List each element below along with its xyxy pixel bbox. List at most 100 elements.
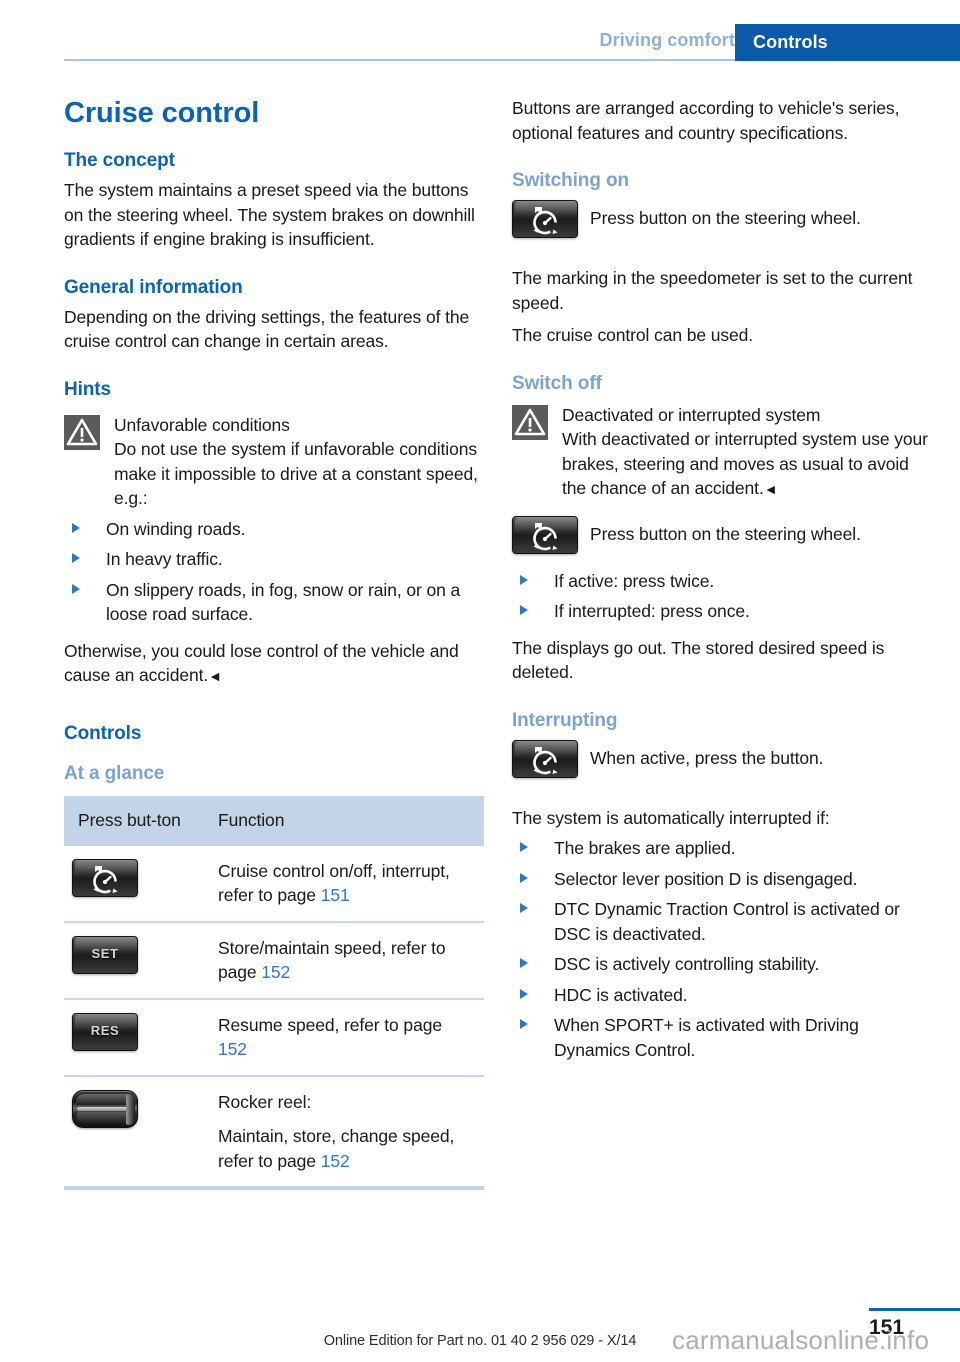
- warning-triangle-icon: [64, 414, 100, 450]
- warning-body-text: With deactivated or interrupted system u…: [562, 429, 928, 498]
- rocker-reel-icon[interactable]: [72, 1089, 138, 1128]
- table-cell-function: Cruise control on/off, interrupt, refer …: [204, 846, 484, 922]
- warning-endmark: ◄: [208, 668, 222, 684]
- cruise-control-button-icon[interactable]: [72, 858, 138, 897]
- table-head: Press but-ton Function: [64, 795, 484, 846]
- tab-controls[interactable]: Controls: [735, 24, 960, 61]
- function-text: Resume speed, refer to page: [218, 1014, 442, 1035]
- list-item-label: DTC Dynamic Traction Control is activate…: [554, 899, 900, 944]
- page-reference-link[interactable]: 152: [218, 1039, 247, 1059]
- heading-general-information: General information: [64, 276, 243, 298]
- controls-table: Press but-ton Function Cruise control on…: [64, 795, 484, 1192]
- page-reference-link[interactable]: 152: [321, 1151, 350, 1171]
- button-row-switch-off: Press button on the steering wheel.: [512, 515, 932, 556]
- warning-block-unfavorable-conditions: Unfavorable conditions Do not use the sy…: [64, 413, 484, 511]
- list-item: If interrupted: press once.: [512, 599, 932, 624]
- list-item-label: When SPORT+ is activated with Driving Dy…: [554, 1015, 859, 1060]
- list-item-label: The brakes are applied.: [554, 838, 736, 858]
- cruise-gauge-icon: [529, 745, 563, 777]
- cruise-control-button-icon-wrap: [512, 200, 578, 238]
- list-item: HDC is activated.: [512, 983, 932, 1008]
- list-item: The brakes are applied.: [512, 836, 932, 861]
- list-item: If active: press twice.: [512, 569, 932, 594]
- warning-body-indent: With deactivated or interrupted system u…: [512, 427, 932, 501]
- switch-off-bullet-list: If active: press twice. If interrupted: …: [512, 569, 932, 624]
- paragraph-switching-on-2: The cruise control can be used.: [512, 325, 754, 345]
- table-row: Cruise control on/off, interrupt, refer …: [64, 846, 484, 922]
- list-item: On slippery roads, in fog, snow or rain,…: [64, 578, 484, 627]
- cruise-control-button-icon-wrap: [512, 739, 578, 778]
- table-cell-function: Rocker reel: Maintain, store, change spe…: [204, 1074, 484, 1188]
- page-header: Driving comfort Controls: [0, 0, 960, 62]
- cruise-control-button-icon[interactable]: [512, 739, 578, 778]
- res-button-icon[interactable]: RES: [72, 1012, 138, 1051]
- list-item-label: HDC is activated.: [554, 984, 688, 1005]
- interrupting-bullet-list: The brakes are applied. Selector lever p…: [512, 836, 932, 1062]
- table-body: Cruise control on/off, interrupt, refer …: [64, 846, 484, 1192]
- manual-page: Driving comfort Controls Cruise control …: [0, 0, 960, 1362]
- footer-rule: [869, 1308, 960, 1311]
- breadcrumb-driving-comfort[interactable]: Driving comfort: [599, 30, 735, 51]
- button-row-interrupting: When active, press the button.: [512, 739, 932, 780]
- page-reference-link[interactable]: 152: [261, 962, 290, 982]
- paragraph-concept: The system maintains a preset speed via …: [64, 180, 475, 249]
- list-item-label: On winding roads.: [106, 518, 246, 539]
- heading-controls: Controls: [64, 722, 142, 744]
- warning-block-deactivated-system: Deactivated or interrupted system With d…: [512, 403, 932, 501]
- heading-switch-off: Switch off: [512, 372, 602, 394]
- heading-the-concept: The concept: [64, 150, 175, 171]
- cruise-gauge-icon: [89, 864, 123, 896]
- bullet-triangle-icon: [520, 988, 528, 999]
- list-item: DTC Dynamic Traction Control is activate…: [512, 897, 932, 946]
- res-button-label: RES: [90, 1023, 120, 1039]
- paragraph-switch-off: The displays go out. The stored desired …: [512, 637, 885, 683]
- list-item-label: If interrupted: press once.: [554, 601, 750, 621]
- right-column: Buttons are arranged according to vehicl…: [512, 96, 932, 1068]
- cruise-control-button-icon[interactable]: [512, 200, 578, 238]
- table-header-function: Function: [204, 795, 484, 846]
- list-item: In heavy traffic.: [64, 547, 484, 572]
- bullet-triangle-icon: [72, 522, 80, 533]
- heading-at-a-glance: At a glance: [64, 762, 165, 784]
- bullet-triangle-icon: [520, 903, 528, 913]
- table-cell-icon: SET: [64, 920, 204, 999]
- warning-triangle-icon: [512, 404, 548, 440]
- list-item: Selector lever position D is disengaged.: [512, 867, 932, 892]
- watermark: carmanualsonline.info: [672, 1325, 930, 1355]
- list-item-label: If active: press twice.: [554, 570, 715, 591]
- list-item: When SPORT+ is activated with Driving Dy…: [512, 1013, 932, 1062]
- table-row: RES Resume speed, refer to page 152: [64, 997, 484, 1076]
- paragraph-general: Depending on the driving settings, the f…: [64, 306, 470, 352]
- left-column: Cruise control The concept The system ma…: [64, 96, 484, 1192]
- table-cell-function: Resume speed, refer to page 152: [204, 997, 484, 1076]
- table-bottom-border: [64, 1186, 484, 1192]
- list-item: On winding roads.: [64, 517, 484, 542]
- warning-body-indent: Do not use the system if unfavorable con…: [64, 437, 484, 511]
- page-reference-link[interactable]: 151: [321, 885, 350, 905]
- set-button-icon[interactable]: SET: [72, 935, 138, 974]
- warning-title: Unfavorable conditions: [114, 414, 290, 435]
- bullet-triangle-icon: [72, 553, 80, 563]
- list-item-label: In heavy traffic.: [106, 549, 223, 569]
- warning-body-text: Do not use the system if unfavorable con…: [114, 439, 478, 508]
- bullet-triangle-icon: [520, 872, 528, 883]
- list-item-label: Selector lever position D is disengaged.: [554, 868, 858, 889]
- function-text: Store/maintain speed, refer to page: [218, 937, 446, 983]
- tab-controls-label: Controls: [753, 32, 828, 52]
- cruise-control-button-icon-wrap: [512, 515, 578, 554]
- heading-hints: Hints: [64, 378, 112, 400]
- cruise-gauge-icon: [529, 205, 563, 237]
- rocker-band-bottom: [77, 1111, 129, 1125]
- table-cell-function: Store/maintain speed, refer to page 152: [204, 920, 484, 999]
- table-row: Rocker reel: Maintain, store, change spe…: [64, 1074, 484, 1188]
- cruise-control-button-icon[interactable]: [512, 515, 578, 554]
